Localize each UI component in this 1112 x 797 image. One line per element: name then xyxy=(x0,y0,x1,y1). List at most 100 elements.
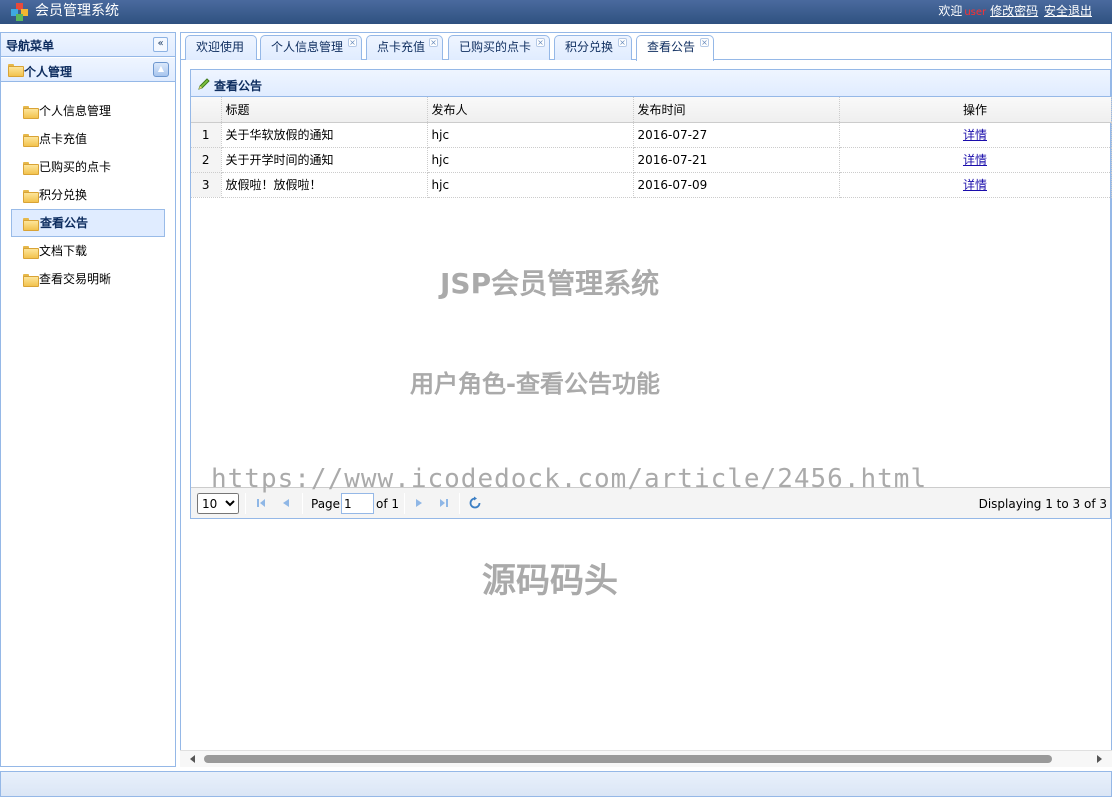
tab-personal-info[interactable]: 个人信息管理 × xyxy=(260,35,362,60)
display-summary: Displaying 1 to 3 of 3 xyxy=(978,497,1107,511)
collapse-up-icon[interactable]: ▲ xyxy=(153,62,169,77)
tab-label: 查看公告 xyxy=(647,40,696,54)
pager-separator xyxy=(404,493,405,514)
table-header-row: 标题 发布人 发布时间 操作 xyxy=(191,97,1112,123)
cell-date: 2016-07-09 xyxy=(633,172,840,198)
page-count-label: of 1 xyxy=(376,497,400,511)
sidebar-item-label: 查看交易明晰 xyxy=(39,272,112,286)
close-icon[interactable]: × xyxy=(536,38,545,47)
sidebar-item-view-notices[interactable]: 查看公告 xyxy=(11,209,165,237)
close-icon[interactable]: × xyxy=(618,38,627,47)
watermark-subtitle: 用户角色-查看公告功能 xyxy=(410,370,660,398)
sidebar-item-label: 积分兑换 xyxy=(39,188,88,202)
folder-icon xyxy=(8,64,24,77)
change-password-link[interactable]: 修改密码 xyxy=(990,4,1038,18)
sidebar-item-personal-info[interactable]: 个人信息管理 xyxy=(11,97,165,125)
folder-icon xyxy=(23,106,39,119)
refresh-icon[interactable] xyxy=(468,496,482,510)
cell-publisher: hjc xyxy=(427,147,634,173)
tab-strip: 欢迎使用 个人信息管理 × 点卡充值 × 已购买的点卡 × 积分兑换 × 查看公… xyxy=(181,33,1111,61)
folder-icon xyxy=(23,274,39,287)
table-row[interactable]: 3 放假啦！放假啦！ hjc 2016-07-09 详情 xyxy=(191,172,1112,198)
tab-welcome[interactable]: 欢迎使用 xyxy=(185,35,257,60)
current-page-input[interactable] xyxy=(341,493,374,514)
footer-bar xyxy=(0,771,1112,797)
next-page-icon[interactable] xyxy=(412,496,426,510)
tab-label: 点卡充值 xyxy=(377,40,426,54)
logout-link[interactable]: 安全退出 xyxy=(1044,4,1092,18)
panel-title: 查看公告 xyxy=(214,79,263,93)
cell-date: 2016-07-21 xyxy=(633,147,840,173)
scrollbar-thumb[interactable] xyxy=(204,755,1052,763)
page-label: Page xyxy=(311,497,341,511)
watermark-url: https://www.icodedock.com/article/2456.h… xyxy=(211,464,928,494)
sidebar-item-label: 文档下载 xyxy=(39,244,88,258)
cell-action: 详情 xyxy=(839,122,1112,148)
navigation-panel-header: 导航菜单 « xyxy=(1,33,175,57)
tab-points-exchange[interactable]: 积分兑换 × xyxy=(554,35,632,60)
cell-action: 详情 xyxy=(839,147,1112,173)
double-chevron-left-icon[interactable]: « xyxy=(153,37,168,52)
tab-card-recharge[interactable]: 点卡充值 × xyxy=(366,35,443,60)
details-link[interactable]: 详情 xyxy=(963,178,987,192)
page-size-select[interactable]: 10 xyxy=(197,493,239,514)
sidebar-item-points-exchange[interactable]: 积分兑换 xyxy=(11,181,165,209)
sidebar-item-label: 已购买的点卡 xyxy=(39,160,112,174)
sidebar-item-purchased-cards[interactable]: 已购买的点卡 xyxy=(11,153,165,181)
row-number: 3 xyxy=(191,172,222,198)
column-header-publisher[interactable]: 发布人 xyxy=(427,97,634,123)
horizontal-scrollbar[interactable] xyxy=(180,750,1112,767)
cell-title: 放假啦！放假啦！ xyxy=(221,172,428,198)
close-icon[interactable]: × xyxy=(429,38,438,47)
sidebar-item-label: 查看公告 xyxy=(40,216,89,230)
folder-icon xyxy=(23,218,39,231)
notice-table: 标题 发布人 发布时间 操作 1 关于华软放假的通知 hjc 2016-07-2… xyxy=(191,97,1112,198)
tab-purchased-cards[interactable]: 已购买的点卡 × xyxy=(448,35,550,60)
column-header-action[interactable]: 操作 xyxy=(839,97,1112,123)
tab-label: 个人信息管理 xyxy=(271,40,344,54)
previous-page-icon[interactable] xyxy=(279,496,293,510)
watermark-title: JSP会员管理系统 xyxy=(440,267,660,300)
close-icon[interactable]: × xyxy=(348,38,357,47)
app-logo-icon xyxy=(11,3,28,21)
column-header-date[interactable]: 发布时间 xyxy=(633,97,840,123)
cell-date: 2016-07-27 xyxy=(633,122,840,148)
sidebar-item-document-download[interactable]: 文档下载 xyxy=(11,237,165,265)
cell-title: 关于开学时间的通知 xyxy=(221,147,428,173)
tab-label: 已购买的点卡 xyxy=(459,40,532,54)
scroll-left-icon[interactable] xyxy=(190,755,195,763)
pager-separator xyxy=(245,493,246,514)
accordion-header-personal[interactable]: 个人管理 ▲ xyxy=(1,58,175,82)
sidebar-menu: 个人信息管理 点卡充值 已购买的点卡 积分兑换 查看公告 文档下载 查看交易明晰 xyxy=(11,97,165,293)
accordion-title: 个人管理 xyxy=(24,65,73,79)
last-page-icon[interactable] xyxy=(437,496,451,510)
sidebar-item-label: 点卡充值 xyxy=(39,132,88,146)
table-row[interactable]: 1 关于华软放假的通知 hjc 2016-07-27 详情 xyxy=(191,122,1112,148)
cell-publisher: hjc xyxy=(427,172,634,198)
column-header-title[interactable]: 标题 xyxy=(221,97,428,123)
pager-separator xyxy=(459,493,460,514)
tab-view-notices[interactable]: 查看公告 × xyxy=(636,35,714,61)
folder-icon xyxy=(23,190,39,203)
cell-publisher: hjc xyxy=(427,122,634,148)
row-number: 2 xyxy=(191,147,222,173)
notice-panel-header: 查看公告 xyxy=(191,70,1110,97)
navigation-title: 导航菜单 xyxy=(6,39,55,53)
tab-label: 积分兑换 xyxy=(565,40,614,54)
pencil-icon xyxy=(198,78,210,90)
top-header: 会员管理系统 欢迎 user 修改密码 安全退出 xyxy=(0,0,1112,24)
sidebar-item-card-recharge[interactable]: 点卡充值 xyxy=(11,125,165,153)
details-link[interactable]: 详情 xyxy=(963,153,987,167)
table-row[interactable]: 2 关于开学时间的通知 hjc 2016-07-21 详情 xyxy=(191,147,1112,173)
close-icon[interactable]: × xyxy=(700,38,709,47)
details-link[interactable]: 详情 xyxy=(963,128,987,142)
row-number-header xyxy=(191,97,222,123)
welcome-text: 欢迎 xyxy=(938,4,963,18)
sidebar-item-label: 个人信息管理 xyxy=(39,104,112,118)
first-page-icon[interactable] xyxy=(254,496,268,510)
navigation-panel: 导航菜单 « 个人管理 ▲ 个人信息管理 点卡充值 已购买的点卡 积分兑换 查看… xyxy=(0,32,176,767)
row-number: 1 xyxy=(191,122,222,148)
sidebar-item-transactions[interactable]: 查看交易明晰 xyxy=(11,265,165,293)
scroll-right-icon[interactable] xyxy=(1097,755,1102,763)
folder-icon xyxy=(23,246,39,259)
